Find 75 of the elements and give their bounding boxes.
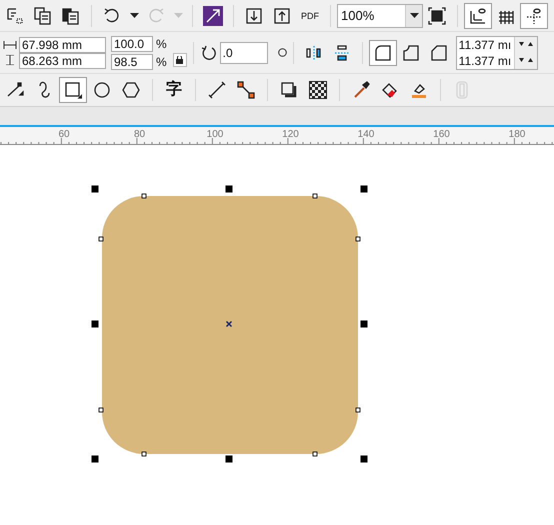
rotate-icon — [200, 44, 218, 62]
guidelines-toggle[interactable] — [520, 2, 548, 28]
lock-icon — [176, 56, 184, 64]
percent-label: % — [156, 36, 167, 52]
selection-handle[interactable] — [360, 456, 368, 462]
redo-icon — [147, 6, 165, 24]
ruler-label: 160 — [433, 128, 450, 142]
paint-bucket-icon — [381, 81, 399, 99]
export-icon — [273, 6, 291, 24]
drop-shadow-icon — [280, 81, 298, 99]
ruler-icon — [469, 6, 487, 24]
checkerboard-icon — [309, 81, 327, 99]
scale-x-field[interactable]: 100.0 — [111, 36, 153, 52]
selection-handle[interactable] — [360, 186, 368, 192]
rectangle-tool-button[interactable] — [59, 77, 87, 103]
height-icon — [3, 54, 17, 64]
ruler-label: 100 — [206, 128, 224, 142]
width-field[interactable]: 67.998 mm — [19, 36, 106, 52]
corner-node[interactable] — [312, 194, 318, 198]
paste-icon — [62, 6, 80, 24]
line-tool-icon — [6, 81, 24, 99]
ruler-label: 140 — [358, 128, 374, 142]
corner-radius-field[interactable]: 11.377 mı — [456, 36, 515, 52]
selection-handle[interactable] — [92, 186, 98, 192]
degree-icon — [278, 48, 287, 57]
guidelines-icon — [525, 6, 543, 24]
center-mark-icon — [226, 320, 232, 328]
percent-label: % — [156, 54, 167, 70]
corner-node[interactable] — [98, 236, 104, 242]
import-icon — [245, 6, 263, 24]
mirror-vertical-icon — [332, 44, 351, 62]
ruler-label: 60 — [58, 128, 70, 142]
corner-node[interactable] — [356, 236, 360, 242]
pdf-button[interactable]: PDF — [296, 2, 324, 28]
selection-handle[interactable] — [92, 320, 98, 328]
scallop-corner-icon — [402, 44, 420, 62]
round-corner-icon — [374, 44, 392, 62]
full-screen-icon — [428, 6, 446, 24]
ruler-label: 80 — [134, 128, 146, 142]
copy-icon — [34, 6, 52, 24]
undo-icon — [103, 6, 121, 24]
corner-node[interactable] — [142, 194, 146, 198]
height-field[interactable]: 68.263 mm — [19, 52, 106, 68]
caret-icon — [130, 12, 138, 18]
rectangle-tool-icon — [64, 81, 82, 99]
ruler-label: 180 — [508, 128, 526, 142]
zoom-value: 100% — [340, 6, 376, 25]
arrows-icon — [203, 6, 223, 26]
caret-icon — [174, 12, 182, 18]
polygon-tool-icon — [122, 81, 140, 99]
lock-ratio-button[interactable] — [172, 52, 187, 66]
scale-y-field[interactable]: 98.5 — [111, 54, 153, 70]
mirror-horizontal-icon — [304, 44, 323, 62]
chamfer-corner-icon — [430, 44, 448, 62]
corner-node[interactable] — [356, 408, 360, 412]
width-icon — [3, 40, 17, 48]
dimension-tool-icon — [208, 81, 226, 99]
corner-radius-field[interactable]: 11.377 mı — [456, 52, 515, 68]
selection-handle[interactable] — [92, 456, 98, 462]
selection-handle[interactable] — [226, 186, 232, 192]
text-tool-button[interactable]: 字 — [160, 77, 188, 103]
selection-handle[interactable] — [226, 456, 232, 462]
zoom-combobox[interactable]: 100% — [337, 4, 423, 28]
rotation-field[interactable]: .0 — [220, 42, 268, 64]
selection-handle[interactable] — [360, 320, 368, 328]
ruler-label: 120 — [282, 128, 299, 142]
corner-node[interactable] — [98, 408, 104, 412]
corner-node[interactable] — [142, 452, 146, 456]
rulers-toggle[interactable] — [464, 2, 492, 28]
ellipse-tool-icon — [93, 81, 111, 99]
connector-tool-icon — [237, 81, 255, 99]
eyedropper-icon — [352, 81, 370, 99]
document-icon — [6, 6, 24, 24]
corner-node[interactable] — [312, 452, 318, 456]
round-corner-button[interactable] — [368, 40, 397, 66]
